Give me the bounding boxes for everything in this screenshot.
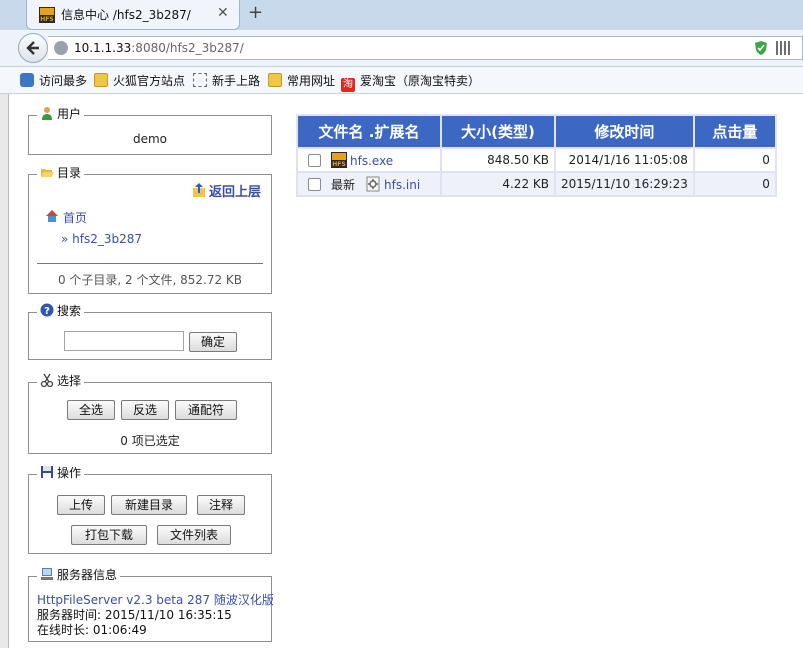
left-window-edge [0, 94, 9, 648]
file-link[interactable]: hfs.ini [384, 178, 420, 192]
server-info-legend: 服务器信息 [37, 566, 121, 583]
search-input[interactable] [64, 331, 184, 351]
bookmark-most-visited[interactable]: 访问最多 [20, 72, 87, 89]
back-button[interactable] [18, 33, 48, 63]
table-row: 最新 hfs.ini 4.22 KB 2015/11/10 16:29:23 0 [298, 173, 775, 195]
file-modified-cell: 2014/1/16 11:05:08 [556, 149, 693, 171]
new-file-badge: 最新 [331, 177, 356, 192]
security-shield-icon[interactable] [754, 40, 768, 56]
user-icon [42, 107, 52, 120]
open-folder-icon [41, 169, 54, 177]
taobao-icon: 淘 [341, 78, 355, 92]
dashed-page-icon [193, 73, 207, 87]
bookmark-label: 常用网址 [287, 74, 336, 88]
qr-code-icon[interactable] [776, 41, 790, 55]
up-folder-icon [193, 183, 205, 197]
user-name: demo [132, 132, 168, 146]
wildcard-button[interactable]: 通配符 [175, 400, 237, 420]
bookmark-taobao[interactable]: 淘爱淘宝（原淘宝特卖） [341, 72, 480, 92]
svg-text:HFS: HFS [40, 16, 53, 23]
selection-status: 0 项已选定 [120, 434, 180, 448]
new-folder-button[interactable]: 新建目录 [111, 495, 187, 515]
url-path: :8080/hfs2_3b287/ [131, 41, 244, 55]
bookmark-label: 新手上路 [212, 74, 261, 88]
search-submit-button[interactable]: 确定 [189, 332, 237, 352]
column-header-name[interactable]: 文件名 .扩展名 [298, 116, 440, 147]
globe-icon [54, 41, 68, 55]
selection-panel-legend: 选择 [37, 372, 85, 389]
svg-text:HFS: HFS [332, 161, 345, 168]
file-size-cell: 4.22 KB [442, 173, 554, 195]
tab-title: 信息中心 /hfs2_3b287/ [61, 8, 191, 22]
page-content: 用户 demo 目录 返回上层 首页 » hfs2_3b287 0 个子目录, … [0, 94, 803, 648]
file-name-cell: 最新 hfs.ini [298, 173, 440, 195]
home-link[interactable]: 首页 [45, 209, 87, 226]
server-uptime: 在线时长: 01:06:49 [37, 623, 147, 637]
row-checkbox[interactable] [308, 177, 321, 191]
tab-bar: HFS 信息中心 /hfs2_3b287/ ✕ + [0, 0, 803, 30]
home-icon [46, 210, 58, 222]
file-hits-cell: 0 [694, 173, 775, 195]
divider [37, 263, 263, 264]
invert-selection-button[interactable]: 反选 [121, 400, 169, 420]
hfs-favicon-icon: HFS [39, 7, 55, 23]
file-size-cell: 848.50 KB [442, 149, 554, 171]
scissors-icon [40, 373, 54, 387]
file-link[interactable]: hfs.exe [350, 154, 393, 168]
back-arrow-icon [26, 41, 39, 55]
current-directory-link[interactable]: » hfs2_3b287 [61, 232, 142, 246]
file-modified-cell: 2015/11/10 16:29:23 [556, 173, 693, 195]
user-panel-legend: 用户 [37, 105, 85, 122]
url-host: 10.1.1.33 [74, 41, 132, 55]
directory-summary: 0 个子目录, 2 个文件, 852.72 KB [57, 273, 243, 287]
server-icon [41, 568, 53, 580]
user-panel: 用户 demo [28, 105, 272, 155]
search-panel-legend: ? 搜索 [37, 302, 85, 319]
upload-button[interactable]: 上传 [57, 495, 105, 515]
bookmark-common-sites[interactable]: 常用网址 [268, 72, 335, 89]
selection-panel: 选择 全选 反选 通配符 0 项已选定 [28, 372, 272, 454]
actions-panel: 操作 上传 新建目录 注释 打包下载 文件列表 [28, 464, 272, 554]
actions-panel-legend: 操作 [37, 464, 85, 481]
svg-text:?: ? [44, 306, 50, 317]
folder-icon [94, 73, 108, 87]
column-header-modified[interactable]: 修改时间 [556, 116, 693, 147]
search-panel: ? 搜索 确定 [28, 302, 272, 360]
column-header-hits[interactable]: 点击量 [694, 116, 775, 147]
table-row: HFS hfs.exe 848.50 KB 2014/1/16 11:05:08 … [298, 149, 775, 171]
navigation-bar: 10.1.1.33:8080/hfs2_3b287/ [0, 30, 803, 67]
archive-download-button[interactable]: 打包下载 [71, 525, 147, 545]
folder-icon [268, 73, 282, 87]
file-name-cell: HFS hfs.exe [298, 149, 440, 171]
file-hits-cell: 0 [694, 149, 775, 171]
file-table: 文件名 .扩展名 大小(类型) 修改时间 点击量 HFS hfs.exe 848.… [296, 114, 777, 197]
bookmark-label: 火狐官方站点 [113, 74, 186, 88]
url-text: 10.1.1.33:8080/hfs2_3b287/ [74, 41, 244, 55]
tab-close-icon[interactable]: ✕ [217, 5, 229, 21]
select-all-button[interactable]: 全选 [67, 400, 115, 420]
directory-panel-legend: 目录 [37, 164, 85, 181]
floppy-disk-icon [41, 466, 53, 478]
bookmark-label: 访问最多 [39, 74, 88, 88]
column-header-size[interactable]: 大小(类型) [442, 116, 554, 147]
server-info-panel: 服务器信息 HttpFileServer v2.3 beta 287 随波汉化版… [28, 566, 274, 642]
table-header-row: 文件名 .扩展名 大小(类型) 修改时间 点击量 [298, 116, 775, 147]
row-checkbox[interactable] [308, 154, 321, 167]
file-list-button[interactable]: 文件列表 [157, 525, 231, 545]
search-icon [20, 73, 34, 87]
hfs-exe-icon: HFS [331, 152, 347, 168]
bookmark-getting-started[interactable]: 新手上路 [193, 72, 260, 89]
address-bar[interactable]: 10.1.1.33:8080/hfs2_3b287/ [48, 36, 803, 60]
help-search-icon: ? [40, 303, 54, 317]
comment-button[interactable]: 注释 [197, 495, 245, 515]
bookmarks-bar: 访问最多 火狐官方站点 新手上路 常用网址 淘爱淘宝（原淘宝特卖） [0, 67, 803, 94]
bookmark-label: 爱淘宝（原淘宝特卖） [360, 74, 481, 88]
bookmark-firefox-site[interactable]: 火狐官方站点 [94, 72, 185, 89]
ini-file-icon [366, 176, 380, 191]
directory-panel: 目录 返回上层 首页 » hfs2_3b287 0 个子目录, 2 个文件, 8… [28, 164, 272, 294]
parent-directory-link[interactable]: 返回上层 [192, 181, 261, 200]
new-tab-icon[interactable]: + [248, 2, 263, 23]
browser-tab[interactable]: HFS 信息中心 /hfs2_3b287/ ✕ [26, 0, 240, 30]
